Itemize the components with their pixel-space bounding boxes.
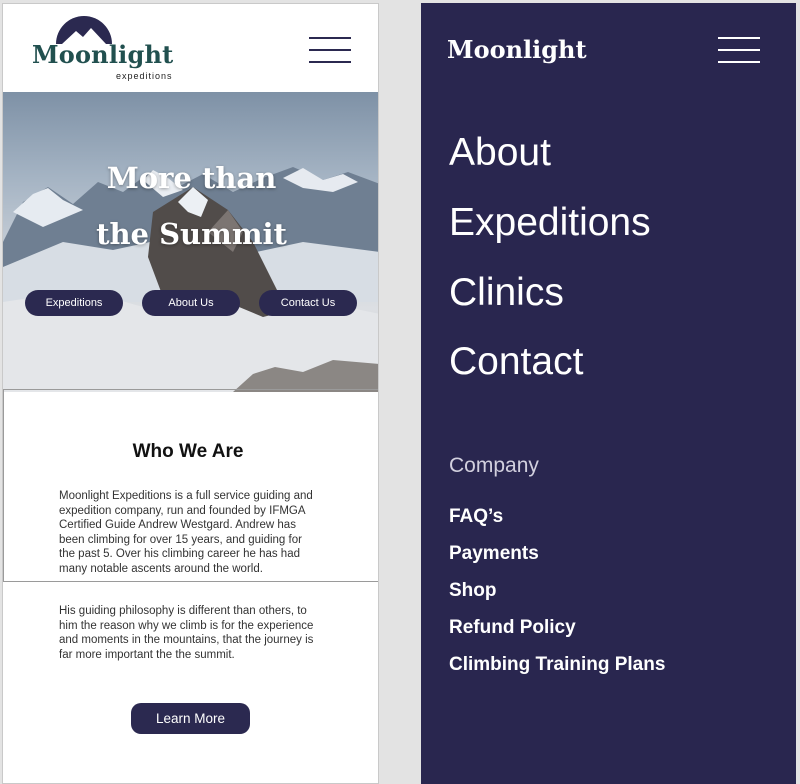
about-paragraph-2: His guiding philosophy is different than… (59, 605, 314, 661)
link-refund-policy[interactable]: Refund Policy (449, 617, 576, 639)
logo-wordmark: Moonlight (32, 40, 174, 69)
contact-us-button[interactable]: Contact Us (259, 290, 357, 316)
hamburger-menu-icon[interactable] (309, 35, 351, 63)
link-shop[interactable]: Shop (449, 580, 497, 602)
logo-tagline: expeditions (116, 71, 173, 81)
learn-more-button[interactable]: Learn More (131, 703, 250, 734)
logo-wordmark-white[interactable]: Moonlight (447, 35, 587, 64)
brand-logo[interactable]: Moonlight expeditions (32, 16, 182, 86)
hero-title-line-2: the Summit (96, 217, 287, 251)
hero-title: More than the Summit (3, 150, 378, 262)
menu-screen: Moonlight About Expeditions Clinics Cont… (421, 3, 796, 784)
hamburger-menu-icon[interactable] (718, 35, 760, 63)
site-header: Moonlight expeditions (3, 4, 378, 92)
about-paragraph-1: Moonlight Expeditions is a full service … (59, 490, 313, 575)
home-screen: Moonlight expeditions More than the Summ… (2, 3, 379, 784)
link-faqs[interactable]: FAQ’s (449, 506, 503, 528)
nav-about[interactable]: About (449, 131, 551, 175)
hero-section: More than the Summit Expeditions About U… (3, 92, 378, 392)
expeditions-button[interactable]: Expeditions (25, 290, 123, 316)
link-payments[interactable]: Payments (449, 543, 539, 565)
about-us-button[interactable]: About Us (142, 290, 240, 316)
nav-contact[interactable]: Contact (449, 340, 583, 384)
who-we-are-heading: Who We Are (132, 441, 244, 462)
hero-title-line-1: More than (106, 161, 277, 195)
nav-expeditions[interactable]: Expeditions (449, 201, 651, 245)
nav-clinics[interactable]: Clinics (449, 271, 564, 315)
link-climbing-training-plans[interactable]: Climbing Training Plans (449, 654, 665, 676)
company-heading: Company (449, 454, 539, 477)
